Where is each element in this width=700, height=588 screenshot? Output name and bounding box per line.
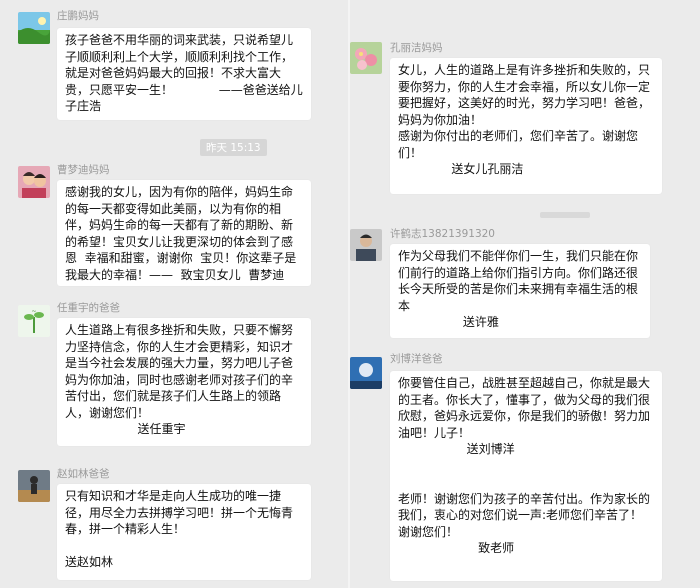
chat-column-right: 孔丽洁妈妈 女儿，人生的道路上是有许多挫折和失败的，只要你努力，你的人生才会幸福… [350,0,700,588]
sender-name: 孔丽洁妈妈 [390,42,443,54]
landscape-avatar-icon [18,12,50,44]
sender-name: 庄鹏妈妈 [57,10,99,22]
message-bubble[interactable]: 感谢我的女儿，因为有你的陪伴，妈妈生命的每一天都变得如此美丽，以为有你的相伴，妈… [57,180,311,286]
sender-name: 许鹤志13821391320 [390,228,495,240]
timestamp: 昨天 15:13 [200,139,267,156]
flower-avatar-icon [350,42,382,74]
avatar[interactable] [350,229,382,261]
message-bubble[interactable]: 人生道路上有很多挫折和失败，只要不懈努力坚持信念，你的人生才会更精彩，知识才是当… [57,318,311,446]
chat-column-left: 庄鹏妈妈 孩子爸爸不用华丽的词来武装，只说希望儿子顺顺利利上个大学，顺顺利利找个… [0,0,350,588]
svg-text:~: ~ [31,308,36,315]
avatar[interactable] [18,12,50,44]
sky-avatar-icon [350,357,382,389]
message-bubble[interactable]: 只有知识和才华是走向人生成功的唯一捷径，用尽全力去拼搏学习吧！拼一个无悔青春，拼… [57,484,311,580]
avatar[interactable] [18,166,50,198]
sender-name: 刘博洋爸爸 [390,353,443,365]
message-bubble[interactable]: 女儿，人生的道路上是有许多挫折和失败的，只要你努力，你的人生才会幸福，所以女儿你… [390,58,662,194]
message-bubble[interactable]: 作为父母我们不能伴你们一生，我们只能在你们前行的道路上给你们指引方向。你们路还很… [390,244,650,338]
sender-name: 赵如林爸爸 [57,468,110,480]
sender-name: 任重宇的爸爸 [57,302,120,314]
people-avatar-icon [18,166,50,198]
avatar[interactable]: ~ [18,305,50,337]
message-bubble[interactable]: 孩子爸爸不用华丽的词来武装，只说希望儿子顺顺利利上个大学，顺顺利利找个工作，就是… [57,28,311,120]
silhouette-avatar-icon [18,470,50,502]
portrait-avatar-icon [350,229,382,261]
sender-name: 曹梦迪妈妈 [57,164,110,176]
avatar[interactable] [18,470,50,502]
avatar[interactable] [350,357,382,389]
plant-avatar-icon: ~ [18,305,50,337]
avatar[interactable] [350,42,382,74]
faded-timestamp [540,212,590,218]
message-bubble[interactable]: 你要管住自己，战胜甚至超越自己，你就是最大的王者。你长大了，懂事了，做为父母的我… [390,371,662,581]
